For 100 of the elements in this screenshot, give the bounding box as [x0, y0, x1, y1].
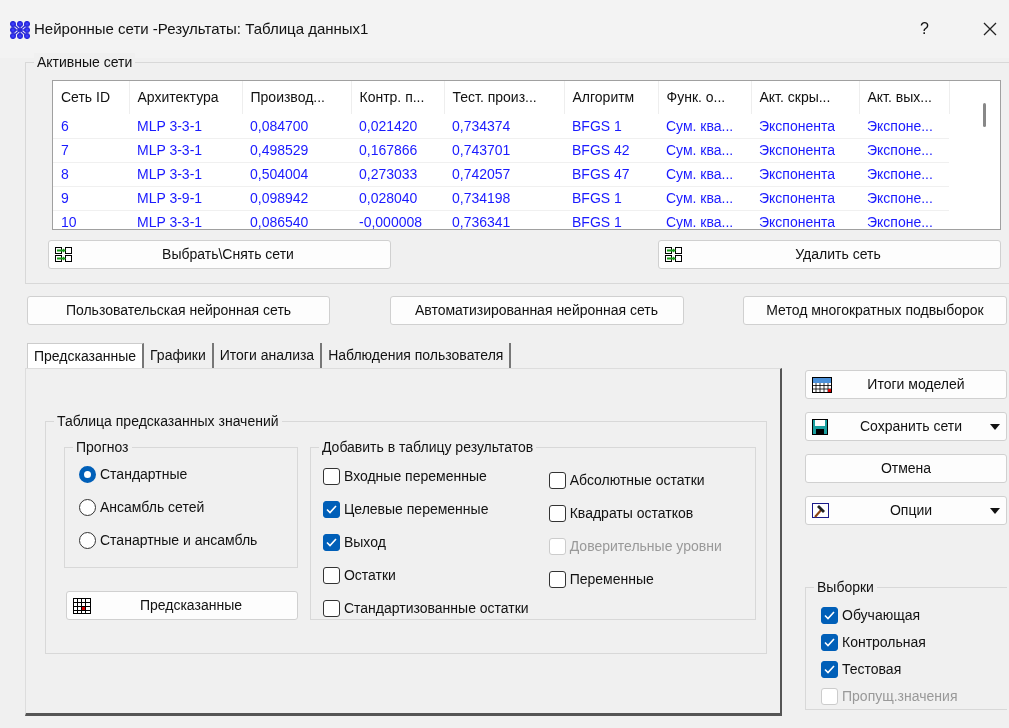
radio-button[interactable] — [79, 466, 96, 483]
table-cell: 0,167866 — [351, 138, 444, 162]
table-cell: 7 — [53, 138, 129, 162]
tab[interactable]: Итоги анализа — [213, 343, 323, 368]
radio-button[interactable] — [79, 499, 96, 516]
checkbox[interactable] — [322, 600, 340, 617]
radio-label: Ансамбль сетей — [100, 498, 205, 517]
checkbox-label: Целевые переменные — [343, 500, 489, 519]
transfer-icon — [665, 247, 682, 262]
table-cell: Экспоне... — [859, 162, 949, 186]
close-icon[interactable] — [983, 22, 997, 36]
checkbox[interactable] — [322, 501, 340, 518]
side-button[interactable]: Опции — [805, 496, 1007, 525]
table-cell: Сум. ква... — [658, 138, 751, 162]
table-cell: 8 — [53, 162, 129, 186]
caret-icon — [990, 507, 1000, 514]
checkbox-label: Стандартизованные остатки — [343, 599, 529, 618]
table-cell: MLP 3-3-1 — [129, 138, 242, 162]
checkmark-icon — [325, 538, 337, 547]
network-mode-button[interactable]: Автоматизированная нейронная сеть — [389, 296, 684, 325]
table-cell: 9 — [53, 186, 129, 210]
checkbox[interactable] — [821, 634, 838, 651]
column-header[interactable]: Алгоритм — [564, 81, 658, 114]
column-header[interactable]: Производ... — [242, 81, 351, 114]
table-cell: Экспонента — [751, 162, 859, 186]
window-title: Нейронные сети -Результаты: Таблица данных1 — [34, 18, 370, 39]
predicted-button[interactable]: Предсказанные — [66, 591, 298, 620]
grid-icon — [73, 597, 91, 614]
checkbox-label: Квадраты остатков — [569, 504, 694, 523]
table-cell: Экспоне... — [859, 114, 949, 138]
checkbox-label: Тестовая — [842, 660, 902, 679]
tab[interactable]: Предсказанные — [27, 343, 145, 368]
side-button[interactable]: Итоги моделей — [805, 370, 1007, 399]
table-cell: 0,736341 — [444, 210, 564, 229]
network-mode-button[interactable]: Метод многократных подвыборок — [743, 296, 1007, 325]
checkbox-label: Входные переменные — [343, 467, 487, 486]
column-header[interactable]: Функ. о... — [658, 81, 751, 114]
table-cell: BFGS 1 — [564, 210, 658, 229]
column-header[interactable]: Контр. п... — [351, 81, 444, 114]
table-cell: Сум. ква... — [658, 162, 751, 186]
checkbox[interactable] — [548, 505, 566, 522]
table-cell: MLP 3-9-1 — [129, 186, 242, 210]
column-header[interactable]: Тест. произ... — [444, 81, 564, 114]
network-icon — [10, 20, 30, 39]
column-header[interactable]: Сеть ID — [53, 81, 129, 114]
side-button[interactable]: Отмена — [805, 454, 1007, 483]
column-header[interactable]: Акт. вых... — [859, 81, 949, 114]
table-cell: 6 — [53, 114, 129, 138]
hammer-icon — [812, 502, 832, 519]
checkbox-label: Обучающая — [842, 606, 921, 625]
checkbox[interactable] — [322, 567, 340, 584]
radio-label: Стандартные — [100, 465, 188, 484]
checkmark-icon — [824, 611, 835, 620]
scrollbar-thumb[interactable] — [982, 103, 986, 127]
column-header[interactable]: Архитектура — [129, 81, 242, 114]
checkbox[interactable] — [548, 472, 566, 489]
side-button[interactable]: Сохранить сети — [805, 412, 1007, 441]
checkbox[interactable] — [322, 534, 340, 551]
radio-button[interactable] — [79, 532, 96, 549]
checkbox-label: Выход — [343, 533, 386, 552]
table-cell: Экспонента — [751, 114, 859, 138]
table-cell: 0,734198 — [444, 186, 564, 210]
table-cell: MLP 3-3-1 — [129, 114, 242, 138]
checkbox-label: Абсолютные остатки — [569, 471, 705, 490]
delete-network-button[interactable]: Удалить сеть — [658, 240, 1001, 269]
checkmark-icon — [824, 665, 835, 674]
column-header[interactable]: Акт. скры... — [751, 81, 859, 114]
table-cell: 10 — [53, 210, 129, 229]
tab[interactable]: Наблюдения пользователя — [322, 343, 512, 368]
table-cell: BFGS 47 — [564, 162, 658, 186]
network-mode-button[interactable]: Пользовательская нейронная сеть — [27, 296, 330, 325]
select-networks-button[interactable]: Выбрать\Снять сети — [48, 240, 391, 269]
group-label: Выборки — [814, 578, 877, 596]
checkmark-icon — [824, 638, 835, 647]
checkbox-label: Остатки — [343, 566, 396, 585]
checkbox[interactable] — [548, 571, 566, 588]
table-cell: 0,028040 — [351, 186, 444, 210]
table-cell: Экспонента — [751, 186, 859, 210]
group-label: Таблица предсказанных значений — [54, 412, 282, 430]
table-cell: MLP 3-3-1 — [129, 210, 242, 229]
checkbox[interactable] — [821, 661, 838, 678]
table-cell: 0,498529 — [242, 138, 351, 162]
table-cell: BFGS 1 — [564, 186, 658, 210]
table-cell: -0,000008 — [351, 210, 444, 229]
checkbox-label: Переменные — [569, 570, 654, 589]
table-cell: 0,084700 — [242, 114, 351, 138]
table-cell: Экспонента — [751, 138, 859, 162]
table-cell: 0,098942 — [242, 186, 351, 210]
checkbox[interactable] — [322, 468, 340, 485]
tab[interactable]: Графики — [144, 343, 214, 368]
checkbox[interactable] — [821, 607, 838, 624]
table-cell: 0,273033 — [351, 162, 444, 186]
caret-icon — [990, 423, 1000, 430]
help-button[interactable]: ? — [920, 17, 929, 41]
table-cell: 0,742057 — [444, 162, 564, 186]
table-cell: Сум. ква... — [658, 186, 751, 210]
table-cell: 0,086540 — [242, 210, 351, 229]
table-cell: MLP 3-3-1 — [129, 162, 242, 186]
summary-icon — [812, 376, 832, 393]
transfer-icon — [55, 247, 72, 262]
